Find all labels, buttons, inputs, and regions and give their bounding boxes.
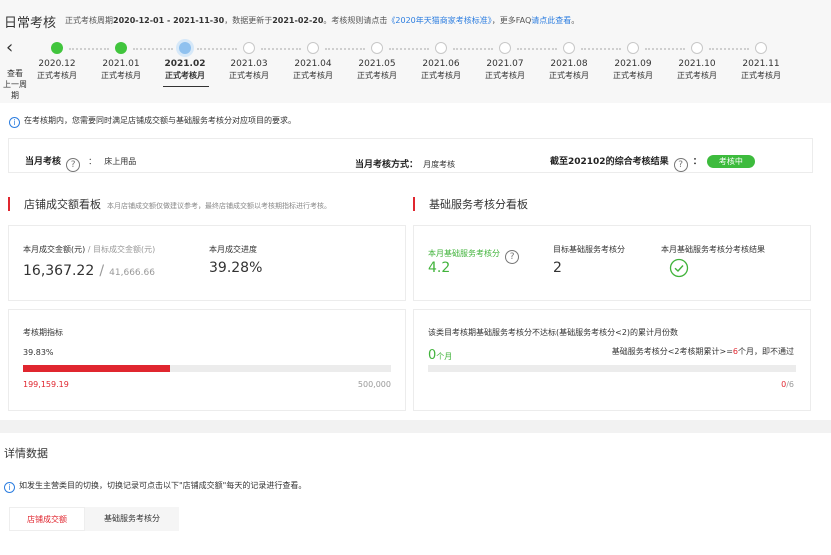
assessment-page: 日常考核 正式考核周期2020-12-01 - 2021-11-30，数据更新于… xyxy=(0,0,831,555)
timeline-month-sub: 正式考核月 xyxy=(293,71,333,80)
service-result-label: 本月基础服务考核分考核结果 xyxy=(661,245,765,254)
fail-count-label: 该类目考核期基础服务考核分不达标(基础服务考核分<2)的累计月份数 xyxy=(428,328,679,337)
fail-progress-bar xyxy=(428,365,796,372)
timeline-dot xyxy=(307,42,319,54)
summary-box: 当月考核 ? ： 床上用品 当月考核方式： 月度考核 截至202102的综合考核… xyxy=(8,138,813,173)
service-section-title: 基础服务考核分看板 xyxy=(429,198,528,211)
target-amount-label: / 目标成交金额(元) xyxy=(87,245,156,254)
progress-value: 39.28% xyxy=(209,260,263,276)
timeline-dot xyxy=(691,42,703,54)
timeline-dot xyxy=(371,42,383,54)
result-label: 截至202102的综合考核结果 xyxy=(550,157,669,167)
service-target-value: 2 xyxy=(553,260,562,276)
timeline-dot xyxy=(435,42,447,54)
notice-line: i 在考核期内，您需要同时满足店铺成交额与基础服务考核分对应项目的要求。 xyxy=(9,115,296,128)
timeline-month-label: 2021.07 xyxy=(486,59,524,69)
period-current-value: 199,159.19 xyxy=(23,380,69,389)
main-panel: i 在考核期内，您需要同时满足店铺成交额与基础服务考核分对应项目的要求。 当月考核… xyxy=(0,103,831,420)
tab-service[interactable]: 基础服务考核分 xyxy=(85,507,179,531)
timeline-month[interactable]: 2021.11 正式考核月 xyxy=(731,42,791,81)
period-progress-bar xyxy=(23,365,391,372)
chevron-left-icon[interactable]: ‹ xyxy=(6,38,13,58)
status-badge: 考核中 xyxy=(706,155,755,168)
update-date: 2021-02-20 xyxy=(272,16,324,25)
timeline-month-sub: 正式考核月 xyxy=(677,71,717,80)
timeline-month-label: 2021.04 xyxy=(294,59,332,69)
timeline-month-sub: 正式考核月 xyxy=(741,71,781,80)
monthly-assessment-label: 当月考核 xyxy=(25,157,62,167)
service-monthly-box: 本月基础服务考核分 ? 4.2 目标基础服务考核分 2 本月基础服务考核分考核结… xyxy=(413,225,811,301)
timeline-month-label: 2021.09 xyxy=(614,59,652,69)
timeline-month-sub: 正式考核月 xyxy=(549,71,589,80)
timeline-dot xyxy=(179,42,191,54)
service-score-value: 4.2 xyxy=(428,260,451,276)
detail-section: 详情数据 i 如发生主营类目的切换，切换记录可点击以下"店铺成交额"每天的记录进行… xyxy=(0,433,831,555)
timeline-month-label: 2021.10 xyxy=(678,59,716,69)
timeline-dot xyxy=(755,42,767,54)
timeline-month-label: 2021.03 xyxy=(230,59,268,69)
timeline-dot xyxy=(51,42,63,54)
current-month-underline xyxy=(163,86,209,87)
method-label: 当月考核方式： xyxy=(355,160,419,170)
timeline-dot xyxy=(627,42,639,54)
timeline-dot xyxy=(563,42,575,54)
period-indicator-label: 考核期指标 xyxy=(23,328,63,337)
period-progress-fill xyxy=(23,365,170,372)
section-marker xyxy=(413,197,415,211)
period-range: 2020-12-01 - 2021-11-30 xyxy=(113,16,225,25)
info-icon: i xyxy=(4,482,15,493)
service-period-box: 该类目考核期基础服务考核分不达标(基础服务考核分<2)的累计月份数 0个月 基础… xyxy=(413,309,811,411)
timeline-month-sub: 正式考核月 xyxy=(101,71,141,80)
target-amount-value: 41,666.66 xyxy=(109,268,155,278)
timeline-dot xyxy=(243,42,255,54)
timeline-month-sub: 正式考核月 xyxy=(165,71,205,80)
info-icon: i xyxy=(9,117,20,128)
timeline-dot xyxy=(499,42,511,54)
timeline-month-sub: 正式考核月 xyxy=(229,71,269,80)
timeline-month-label: 2021.06 xyxy=(422,59,460,69)
fail-progress-count: 0/6 xyxy=(781,380,794,389)
help-icon[interactable]: ? xyxy=(66,158,81,172)
timeline-month-label: 2020.12 xyxy=(38,59,76,69)
fail-rule: 基础服务考核分<2考核期累计>=6个月，即不通过 xyxy=(611,347,794,356)
check-circle-icon xyxy=(669,258,689,278)
timeline-month-label: 2021.05 xyxy=(358,59,396,69)
progress-label: 本月成交进度 xyxy=(209,245,257,254)
service-target-label: 目标基础服务考核分 xyxy=(553,245,625,254)
header-timeline: 日常考核 正式考核周期2020-12-01 - 2021-11-30，数据更新于… xyxy=(0,0,831,103)
faq-link[interactable]: 请点此查看 xyxy=(531,16,571,25)
amount-value: 16,367.22 xyxy=(23,263,95,279)
category: 床上用品 xyxy=(104,157,137,166)
timeline-month-sub: 正式考核月 xyxy=(421,71,461,80)
period-percent: 39.83% xyxy=(23,348,54,357)
sales-period-box: 考核期指标 39.83% 199,159.19 500,000 xyxy=(8,309,406,411)
timeline-month-label: 2021.01 xyxy=(102,59,140,69)
amount-label: 本月成交金额(元) xyxy=(23,245,86,254)
service-score-label: 本月基础服务考核分 xyxy=(428,249,500,258)
timeline-month-sub: 正式考核月 xyxy=(613,71,653,80)
tab-sales[interactable]: 店铺成交额 xyxy=(9,507,85,531)
timeline-month-sub: 正式考核月 xyxy=(485,71,525,80)
timeline-month-sub: 正式考核月 xyxy=(357,71,397,80)
detail-notice: i 如发生主营类目的切换，切换记录可点击以下"店铺成交额"每天的记录进行查看。 xyxy=(4,480,306,493)
timeline-month-label: 2021.02 xyxy=(164,59,206,69)
header-note: 正式考核周期2020-12-01 - 2021-11-30，数据更新于2021-… xyxy=(65,16,580,25)
sales-section-title: 店铺成交额看板 本月店铺成交额仅做建议参考，最终店铺成交额以考核期指标进行考核。 xyxy=(24,198,331,211)
page-title: 日常考核 xyxy=(4,16,57,31)
timeline-month-label: 2021.08 xyxy=(550,59,588,69)
period-target-value: 500,000 xyxy=(357,380,391,389)
help-icon[interactable]: ? xyxy=(505,250,520,264)
help-icon[interactable]: ? xyxy=(673,158,688,172)
section-marker xyxy=(8,197,10,211)
rules-link[interactable]: 《2020年天猫商家考核标准》 xyxy=(387,16,491,25)
method-value: 月度考核 xyxy=(423,160,456,169)
timeline-month-label: 2021.11 xyxy=(742,59,780,69)
detail-title: 详情数据 xyxy=(4,447,48,460)
timeline-dot xyxy=(115,42,127,54)
sales-monthly-box: 本月成交金额(元) / 目标成交金额(元) 16,367.22 / 41,666… xyxy=(8,225,406,301)
timeline-month-sub: 正式考核月 xyxy=(37,71,77,80)
prev-period-button[interactable]: 查看 上一周期 xyxy=(0,68,30,101)
